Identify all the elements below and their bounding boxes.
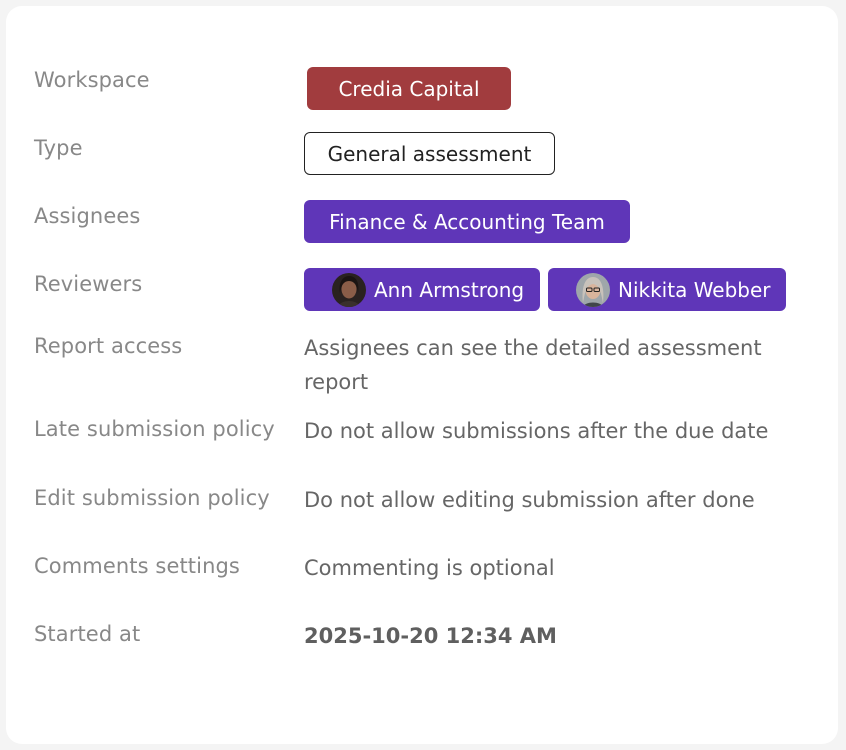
- assignees-label: Assignees: [34, 204, 141, 228]
- started-at-value: 2025-10-20 12:34 AM: [304, 624, 557, 648]
- report-access-label: Report access: [34, 334, 183, 358]
- type-chip: General assessment: [304, 132, 555, 175]
- report-access-value: Assignees can see the detailed assessmen…: [304, 336, 762, 394]
- reviewer-name: Nikkita Webber: [618, 277, 771, 302]
- comments-settings-label: Comments settings: [34, 554, 240, 578]
- late-submission-value: Do not allow submissions after the due d…: [304, 419, 769, 443]
- edit-submission-value: Do not allow editing submission after do…: [304, 488, 755, 512]
- reviewer-chip[interactable]: Nikkita Webber: [548, 268, 786, 311]
- reviewers-label: Reviewers: [34, 272, 143, 296]
- edit-submission-label: Edit submission policy: [34, 486, 270, 510]
- person-avatar-icon: [332, 272, 366, 307]
- started-at-label: Started at: [34, 622, 141, 646]
- type-label: Type: [34, 136, 83, 160]
- assignees-chip[interactable]: Finance & Accounting Team: [304, 200, 630, 243]
- comments-settings-value: Commenting is optional: [304, 556, 555, 580]
- reviewer-chip[interactable]: Ann Armstrong: [304, 268, 540, 311]
- workspace-label: Workspace: [34, 68, 150, 92]
- person-avatar-icon: [576, 272, 610, 307]
- assessment-details-card: Workspace Credia Capital Type General as…: [6, 6, 838, 744]
- workspace-chip[interactable]: Credia Capital: [307, 67, 511, 110]
- late-submission-label: Late submission policy: [34, 417, 275, 441]
- reviewer-name: Ann Armstrong: [374, 277, 525, 302]
